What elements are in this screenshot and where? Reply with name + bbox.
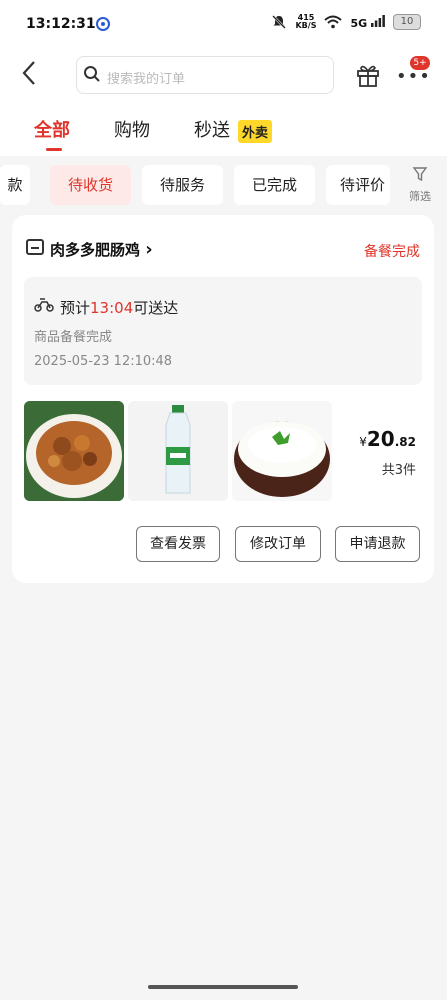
main-tabs: 全部 购物 秒送 [0, 100, 447, 156]
battery-indicator: 10 [393, 14, 421, 30]
store-name-text: 肉多多肥肠鸡 [50, 241, 141, 259]
product-thumb-chicken[interactable] [24, 401, 124, 501]
tab-active-underline [46, 148, 62, 151]
chevron-left-icon [22, 61, 35, 85]
net-speed: 415 KB/S [295, 14, 316, 30]
gift-icon[interactable] [355, 62, 381, 88]
product-thumb-water[interactable] [128, 401, 228, 501]
wifi-icon [324, 15, 343, 29]
app-notification-icon [96, 17, 110, 31]
filter-chip-partial[interactable]: 款 [0, 165, 30, 205]
signal-indicator: 5G [350, 14, 385, 30]
store-icon [26, 239, 44, 255]
top-header: 搜索我的订单 ••• 5+ [0, 50, 447, 100]
network-type: 5G [350, 16, 368, 30]
net-speed-unit: KB/S [295, 21, 317, 30]
more-menu-icon[interactable]: ••• [396, 68, 431, 86]
modify-order-button[interactable]: 修改订单 [235, 526, 321, 562]
search-icon [84, 66, 100, 82]
rice-bowl-image [232, 401, 332, 501]
order-status: 备餐完成 [364, 244, 420, 260]
signal-bars-icon [371, 14, 385, 27]
chevron-right-icon: › [145, 239, 153, 260]
scooter-icon [34, 298, 54, 312]
notification-badge: 5+ [410, 56, 430, 70]
prep-status: 商品备餐完成 [34, 330, 113, 345]
view-invoice-button[interactable]: 查看发票 [136, 526, 220, 562]
filter-button[interactable]: 筛选 [398, 166, 442, 204]
status-time: 13:12:31 [26, 16, 96, 32]
store-name[interactable]: 肉多多肥肠鸡 › [50, 239, 153, 260]
eta-prefix: 预计 [60, 299, 91, 317]
funnel-icon [412, 167, 428, 182]
tab-all[interactable]: 全部 [34, 116, 70, 151]
back-button[interactable] [22, 60, 36, 91]
tab-all-label: 全部 [34, 120, 70, 141]
order-card[interactable]: 肉多多肥肠鸡 › 备餐完成 预计13:04可送达 商品备餐完成 2025-05-… [12, 215, 434, 583]
filter-label: 筛选 [409, 190, 431, 203]
request-refund-button[interactable]: 申请退款 [335, 526, 420, 562]
status-filter-row: 款 待收货 待服务 已完成 待评价 筛选 [0, 160, 447, 212]
tab-shopping[interactable]: 购物 [114, 116, 150, 142]
filter-chip-completed[interactable]: 已完成 [234, 165, 315, 205]
order-timestamp: 2025-05-23 12:10:48 [34, 354, 173, 369]
mute-bell-icon [272, 15, 287, 29]
eta-text: 预计13:04可送达 [60, 297, 178, 318]
price-currency: ¥ [359, 435, 367, 449]
eta-suffix: 可送达 [133, 299, 179, 317]
product-thumb-rice[interactable] [232, 401, 332, 501]
item-count: 共3件 [381, 463, 416, 478]
order-price: ¥20.82 [359, 427, 416, 451]
home-indicator[interactable] [148, 985, 298, 989]
eta-time: 13:04 [90, 299, 134, 317]
search-placeholder: 搜索我的订单 [107, 72, 186, 87]
tab-instant-delivery[interactable]: 秒送 [194, 116, 230, 142]
filter-chip-awaiting-service[interactable]: 待服务 [142, 165, 223, 205]
water-bottle-image [128, 401, 228, 501]
status-bar: 13:12:31 415 KB/S 5G 10 [0, 0, 447, 50]
search-input[interactable]: 搜索我的订单 [76, 56, 334, 94]
filter-chip-awaiting-receipt[interactable]: 待收货 [50, 165, 131, 205]
delivery-info-box: 预计13:04可送达 商品备餐完成 2025-05-23 12:10:48 [24, 277, 422, 385]
status-right-group: 415 KB/S 5G 10 [271, 14, 421, 30]
takeout-tag[interactable]: 外卖 [238, 120, 273, 143]
chicken-dish-image [24, 401, 124, 501]
price-decimal: .82 [394, 435, 416, 449]
filter-chip-awaiting-review[interactable]: 待评价 [326, 165, 390, 205]
price-integer: 20 [366, 427, 395, 451]
